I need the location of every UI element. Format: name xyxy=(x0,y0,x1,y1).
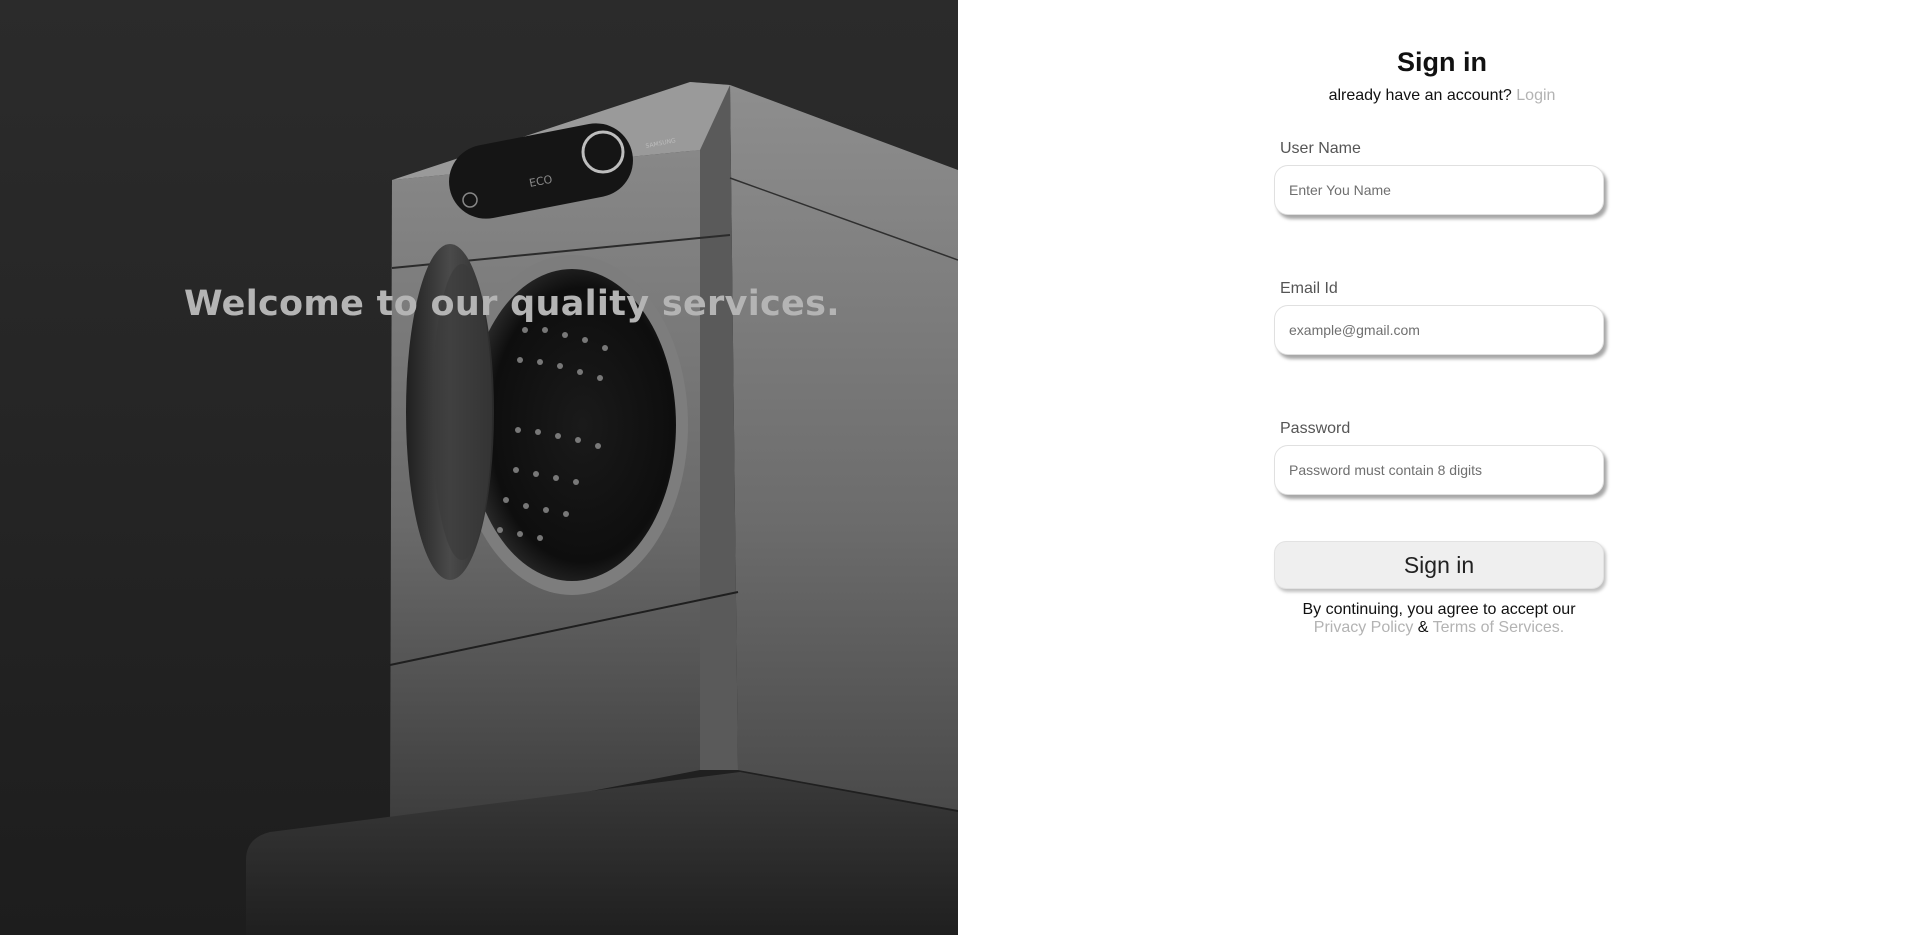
form-title: Sign in xyxy=(1397,47,1487,77)
privacy-policy-link[interactable]: Privacy Policy xyxy=(1314,619,1414,636)
terms-of-service-link[interactable]: Terms of Services. xyxy=(1433,619,1565,636)
email-input[interactable] xyxy=(1274,305,1604,355)
account-prompt-text: already have an account? xyxy=(1328,87,1512,104)
username-label: User Name xyxy=(1280,140,1361,157)
login-link[interactable]: Login xyxy=(1516,87,1555,104)
hero-panel: ECO SAMSUNG Welcome to our quality servi… xyxy=(0,0,958,935)
legal-notice: By continuing, you agree to accept our P… xyxy=(1274,601,1604,637)
legal-text: By continuing, you agree to accept our xyxy=(1302,601,1576,618)
sign-in-button[interactable]: Sign in xyxy=(1274,541,1604,589)
email-field-group: Email Id xyxy=(1274,279,1610,355)
account-prompt: already have an account? Login xyxy=(1274,86,1610,106)
signin-form-panel: Sign in already have an account? Login U… xyxy=(958,0,1916,935)
email-label: Email Id xyxy=(1280,280,1338,297)
username-input[interactable] xyxy=(1274,165,1604,215)
password-input[interactable] xyxy=(1274,445,1604,495)
signin-form: Sign in already have an account? Login U… xyxy=(1274,44,1610,637)
legal-joiner: & xyxy=(1417,619,1429,636)
password-label: Password xyxy=(1280,420,1351,437)
hero-headline: Welcome to our quality services. xyxy=(184,284,840,324)
password-field-group: Password xyxy=(1274,419,1610,495)
legal-links: Privacy Policy & Terms of Services. xyxy=(1274,619,1604,637)
signin-page: ECO SAMSUNG Welcome to our quality servi… xyxy=(0,0,1916,935)
username-field-group: User Name xyxy=(1274,139,1610,215)
washing-machine-illustration: ECO SAMSUNG xyxy=(246,82,958,935)
